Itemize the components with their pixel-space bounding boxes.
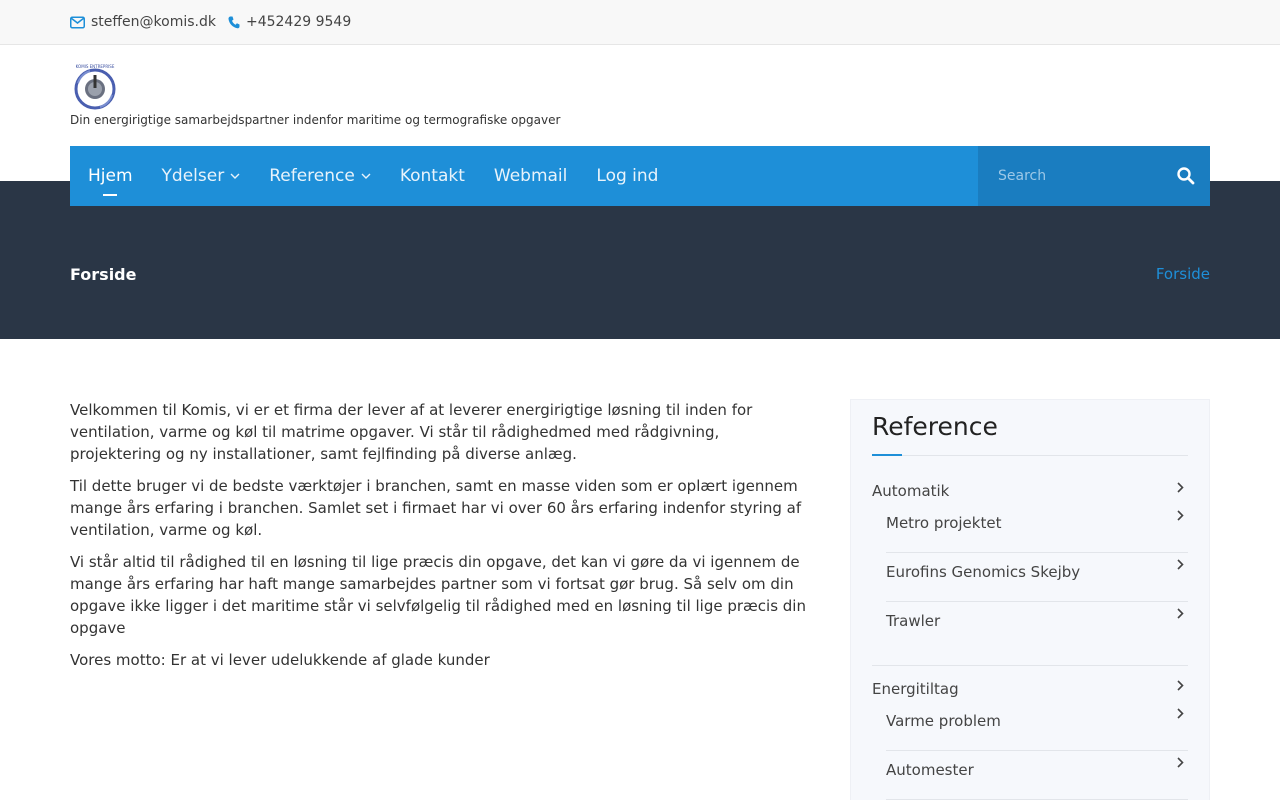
- category-divider: [872, 665, 1188, 666]
- availability-paragraph: Vi står altid til rådighed til en løsnin…: [70, 553, 806, 637]
- reference-sidebar: Reference Automatik Metro projektet Euro…: [850, 399, 1210, 800]
- list-item-trawler[interactable]: Trawler: [886, 602, 1188, 651]
- subcategory-list: Varme problem Automester: [886, 702, 1188, 800]
- category-automatik[interactable]: Automatik: [872, 482, 1188, 504]
- breadcrumb-link[interactable]: Forside: [1156, 265, 1210, 283]
- nav-label: Webmail: [493, 166, 568, 186]
- list-item-label: Eurofins Genomics Skejby: [886, 563, 1081, 581]
- site-header: KOMIS ENTREPRISE Din energirigtige samar…: [0, 45, 1280, 146]
- chevron-right-icon: [1177, 482, 1184, 493]
- search-icon[interactable]: [1176, 166, 1196, 186]
- category-label: Energitiltag: [872, 680, 959, 698]
- nav-label: Reference: [269, 166, 355, 186]
- nav-label: Hjem: [88, 166, 133, 186]
- nav-item-ydelser[interactable]: Ydelser: [147, 146, 255, 206]
- nav-item-hjem[interactable]: Hjem: [70, 146, 147, 206]
- nav-wrapper: Hjem Ydelser Reference Kontakt Webmail L…: [0, 146, 1280, 206]
- chevron-right-icon: [1177, 559, 1184, 570]
- svg-text:KOMIS ENTREPRISE: KOMIS ENTREPRISE: [76, 64, 115, 69]
- chevron-right-icon: [1177, 608, 1184, 619]
- list-item-eurofins[interactable]: Eurofins Genomics Skejby: [886, 553, 1188, 602]
- sidebar-title: Reference: [872, 412, 998, 441]
- subcategory-list: Metro projektet Eurofins Genomics Skejby…: [886, 504, 1188, 651]
- nav-item-kontakt[interactable]: Kontakt: [385, 146, 479, 206]
- page-title: Forside: [70, 265, 137, 284]
- intro-paragraph: Velkommen til Komis, vi er et firma der …: [70, 401, 753, 463]
- email-contact[interactable]: steffen@komis.dk: [70, 14, 216, 30]
- chevron-right-icon: [1177, 680, 1184, 691]
- chevron-down-icon: [361, 173, 371, 179]
- list-item-label: Varme problem: [886, 712, 1001, 730]
- category-group-energitiltag: Energitiltag Varme problem Automester: [872, 680, 1188, 800]
- top-bar: steffen@komis.dk +452429 9549: [0, 0, 1280, 45]
- list-item-metro-projektet[interactable]: Metro projektet: [886, 504, 1188, 553]
- list-item-automester[interactable]: Automester: [886, 751, 1188, 800]
- phone-icon: [228, 16, 240, 28]
- chevron-right-icon: [1177, 757, 1184, 768]
- tools-paragraph: Til dette bruger vi de bedste værktøjer …: [70, 477, 802, 539]
- nav-item-webmail[interactable]: Webmail: [479, 146, 582, 206]
- category-energitiltag[interactable]: Energitiltag: [872, 680, 1188, 702]
- chevron-down-icon: [230, 173, 240, 179]
- search-box: [978, 146, 1210, 206]
- main-content: Velkommen til Komis, vi er et firma der …: [70, 399, 810, 681]
- komis-logo[interactable]: KOMIS ENTREPRISE: [70, 63, 120, 111]
- chevron-right-icon: [1177, 510, 1184, 521]
- email-text[interactable]: steffen@komis.dk: [91, 14, 216, 30]
- motto-paragraph: Vores motto: Er at vi lever udelukkende …: [70, 651, 490, 669]
- nav-item-log-ind[interactable]: Log ind: [581, 146, 672, 206]
- site-tagline: Din energirigtige samarbejdspartner inde…: [70, 113, 561, 127]
- list-item-varme-problem[interactable]: Varme problem: [886, 702, 1188, 751]
- nav-label: Log ind: [596, 166, 659, 186]
- list-item-label: Metro projektet: [886, 514, 1002, 532]
- chevron-right-icon: [1177, 708, 1184, 719]
- list-item-label: Trawler: [886, 612, 941, 630]
- phone-text[interactable]: +452429 9549: [246, 14, 351, 30]
- list-item-label: Automester: [886, 761, 974, 779]
- nav-label: Kontakt: [399, 166, 465, 186]
- nav-label: Ydelser: [161, 166, 225, 186]
- category-label: Automatik: [872, 482, 950, 500]
- category-group-automatik: Automatik Metro projektet Eurofins Genom…: [872, 482, 1188, 651]
- envelope-icon: [70, 16, 85, 28]
- nav-item-reference[interactable]: Reference: [254, 146, 385, 206]
- phone-contact[interactable]: +452429 9549: [228, 14, 351, 30]
- search-input[interactable]: [978, 146, 1158, 206]
- main-navigation: Hjem Ydelser Reference Kontakt Webmail L…: [70, 146, 1210, 206]
- sidebar-divider: [872, 454, 1188, 456]
